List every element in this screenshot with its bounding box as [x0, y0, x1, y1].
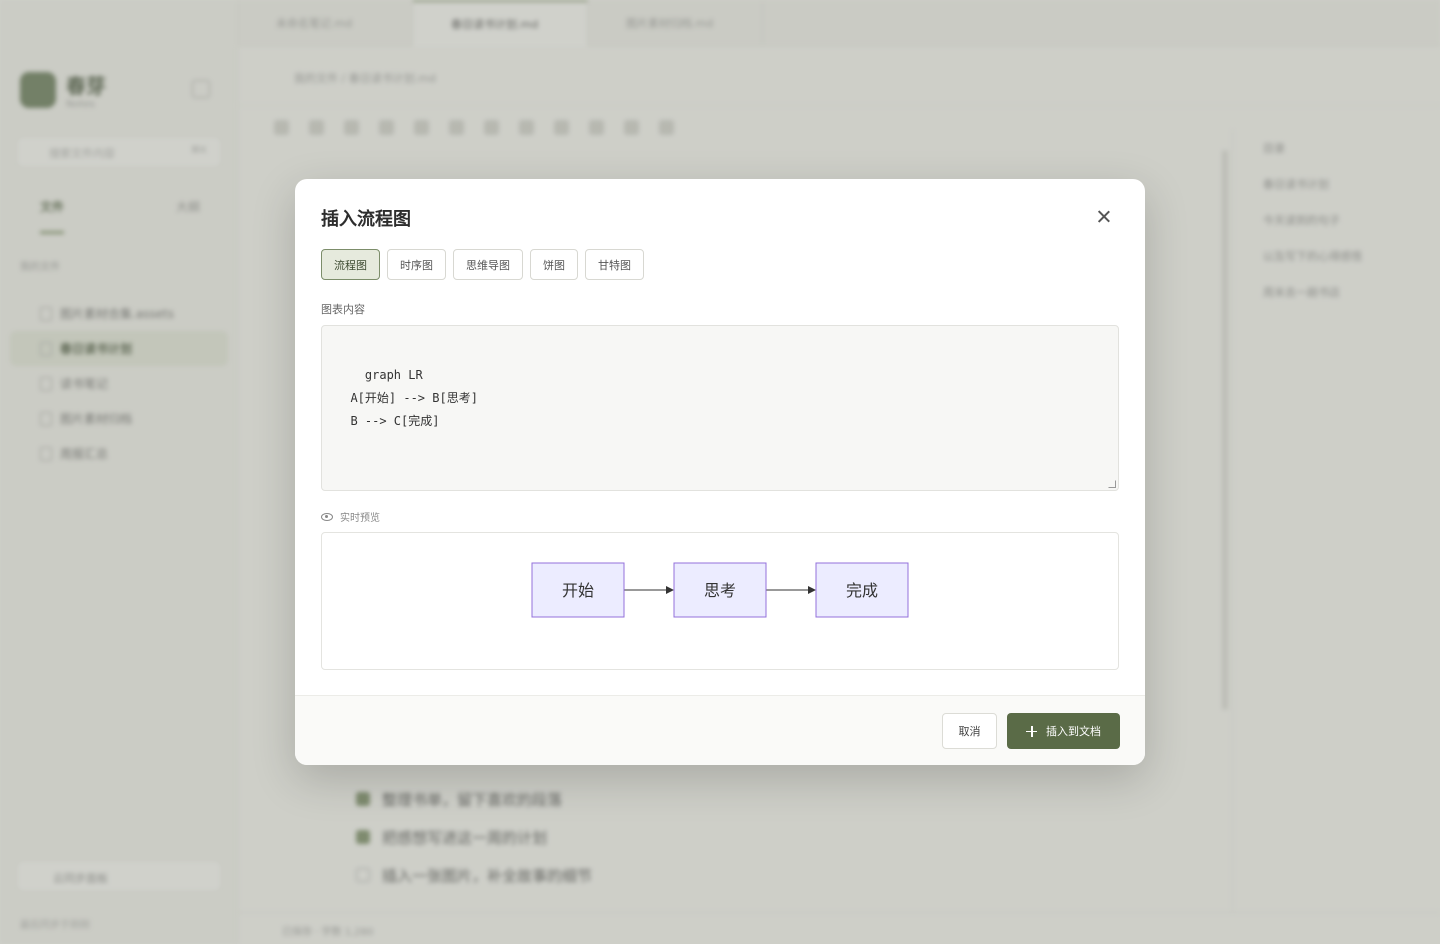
dialog-footer: 取消 插入到文档: [295, 695, 1145, 765]
insert-button-label: 插入到文档: [1046, 725, 1101, 738]
eye-icon: [321, 512, 333, 521]
dialog-title: 插入流程图: [321, 209, 411, 230]
live-preview: 开始 思考 完成: [321, 532, 1119, 670]
tab-flowchart[interactable]: 流程图: [321, 249, 380, 280]
preview-label: 实时预览: [321, 509, 380, 524]
plus-icon: [1026, 725, 1037, 737]
insert-flowchart-dialog: 插入流程图 流程图 时序图 思维导图 饼图 甘特图 图表内容 graph LR …: [295, 179, 1145, 765]
cancel-button[interactable]: 取消: [942, 713, 997, 749]
flow-node-label: 开始: [562, 581, 594, 600]
diagram-type-tabs: 流程图 时序图 思维导图 饼图 甘特图: [321, 249, 644, 280]
preview-label-text: 实时预览: [340, 513, 380, 524]
tab-pie[interactable]: 饼图: [530, 249, 578, 280]
content-label: 图表内容: [321, 303, 365, 316]
diagram-code-text: graph LR A[开始] --> B[思考] B --> C[完成]: [350, 368, 478, 428]
tab-gantt[interactable]: 甘特图: [585, 249, 644, 280]
flow-node-label: 完成: [846, 581, 878, 600]
flow-node-label: 思考: [704, 581, 736, 600]
tab-mindmap[interactable]: 思维导图: [453, 249, 523, 280]
insert-button[interactable]: 插入到文档: [1007, 713, 1120, 749]
close-icon[interactable]: [1093, 206, 1115, 228]
diagram-code-editor[interactable]: graph LR A[开始] --> B[思考] B --> C[完成]: [321, 325, 1119, 491]
resize-handle-icon[interactable]: [1108, 480, 1116, 488]
tab-sequence[interactable]: 时序图: [387, 249, 446, 280]
flowchart-preview: 开始 思考 完成: [531, 562, 909, 618]
